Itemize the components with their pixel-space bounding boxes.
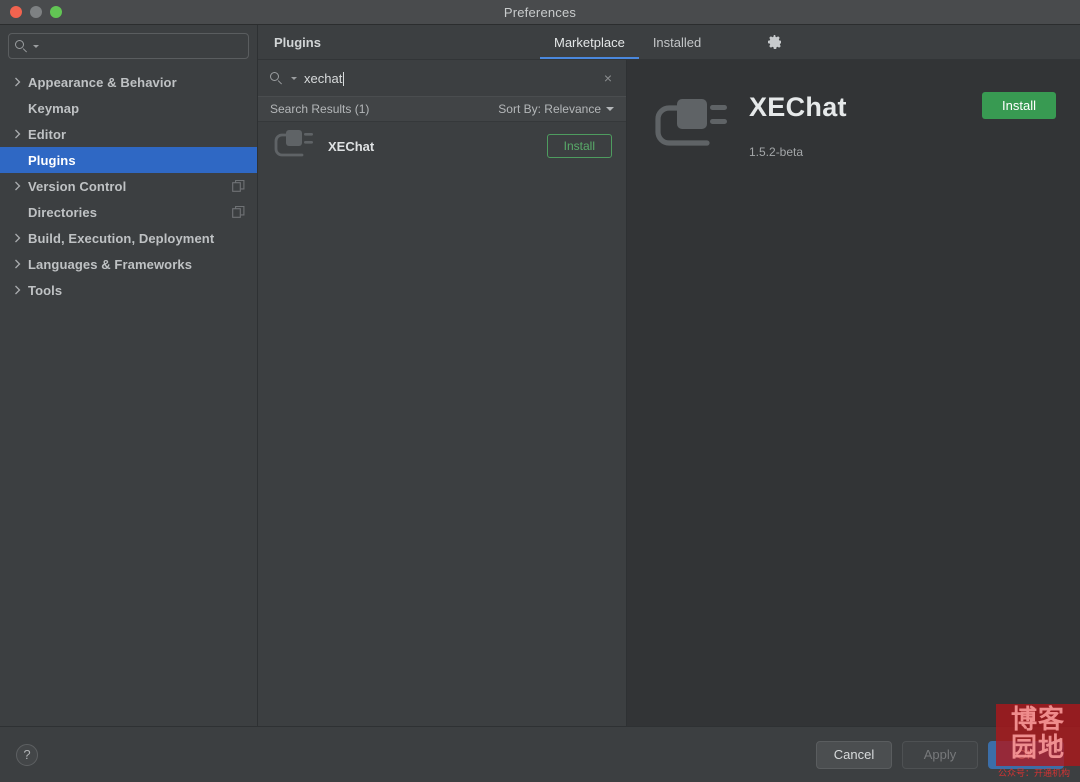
sidebar-item-label: Build, Execution, Deployment <box>28 230 215 246</box>
chevron-right-icon <box>14 181 28 191</box>
sidebar-search-input[interactable] <box>43 39 242 53</box>
list-item[interactable]: XEChat Install <box>258 122 626 170</box>
sort-by-label: Sort By: Relevance <box>498 102 601 116</box>
plugin-detail-panel: XEChat 1.5.2-beta Install <box>627 60 1080 726</box>
settings-tree: Appearance & Behavior Keymap Editor Plug… <box>0 69 257 303</box>
page-title: Plugins <box>274 34 321 50</box>
window-body: Appearance & Behavior Keymap Editor Plug… <box>0 25 1080 726</box>
sidebar-item-label: Editor <box>28 126 67 142</box>
plugin-name: XEChat <box>328 138 375 154</box>
sidebar-item-label: Appearance & Behavior <box>28 74 177 90</box>
minimize-window-button[interactable] <box>30 6 42 18</box>
plugins-panel: Plugins Marketplace Installed xechat × S… <box>258 25 1080 726</box>
chevron-right-icon <box>14 129 28 139</box>
search-icon <box>15 39 28 53</box>
window-controls <box>0 6 62 18</box>
plugin-plug-icon <box>651 86 727 165</box>
plugins-content: xechat × Search Results (1) Sort By: Rel… <box>258 60 1080 726</box>
sidebar-item-label: Version Control <box>28 178 127 194</box>
plugin-search-input[interactable]: xechat <box>304 71 593 86</box>
plugin-version: 1.5.2-beta <box>749 145 804 159</box>
dialog-footer: ? Cancel Apply OK <box>0 726 1080 782</box>
clear-search-icon[interactable]: × <box>600 70 616 86</box>
text-caret <box>343 71 345 86</box>
ok-button[interactable]: OK <box>988 740 1064 769</box>
search-results-bar: Search Results (1) Sort By: Relevance <box>258 97 626 122</box>
maximize-window-button[interactable] <box>50 6 62 18</box>
preferences-window: Preferences Appearance & Behavior Keymap… <box>0 0 1080 782</box>
chevron-down-icon <box>33 44 39 48</box>
plugin-plug-icon <box>272 125 314 168</box>
apply-button[interactable]: Apply <box>902 740 978 769</box>
sidebar-item-label: Languages & Frameworks <box>28 256 193 272</box>
search-icon <box>270 71 283 85</box>
install-button[interactable]: Install <box>546 134 612 158</box>
plugin-title: XEChat <box>749 92 847 122</box>
plugin-search-value: xechat <box>304 70 343 86</box>
plugin-list-column: xechat × Search Results (1) Sort By: Rel… <box>258 60 627 726</box>
help-button[interactable]: ? <box>16 743 38 766</box>
plugin-detail-header: XEChat 1.5.2-beta Install <box>651 86 1056 165</box>
sort-by-dropdown[interactable]: Sort By: Relevance <box>498 102 614 116</box>
sidebar-item-languages-frameworks[interactable]: Languages & Frameworks <box>0 251 257 277</box>
plugin-list-empty-area <box>258 170 626 726</box>
tab-label: Installed <box>652 34 702 50</box>
title-bar: Preferences <box>0 0 1080 25</box>
sidebar-item-tools[interactable]: Tools <box>0 277 257 303</box>
sidebar-item-label: Plugins <box>28 152 76 168</box>
sidebar-search-box[interactable] <box>8 33 249 59</box>
settings-sidebar: Appearance & Behavior Keymap Editor Plug… <box>0 25 258 726</box>
sidebar-item-keymap[interactable]: Keymap <box>0 95 257 121</box>
sidebar-item-build-execution-deployment[interactable]: Build, Execution, Deployment <box>0 225 257 251</box>
window-title: Preferences <box>503 4 577 20</box>
copy-icon <box>232 205 245 219</box>
plugin-detail-meta: XEChat 1.5.2-beta <box>749 86 960 159</box>
close-window-button[interactable] <box>10 6 22 18</box>
plugins-tabs: Marketplace Installed <box>540 25 715 59</box>
sidebar-item-directories[interactable]: Directories <box>0 199 257 225</box>
results-count: Search Results (1) <box>270 102 370 116</box>
sidebar-item-label: Tools <box>28 282 63 298</box>
chevron-down-icon <box>291 76 297 80</box>
sidebar-item-label: Keymap <box>28 100 80 116</box>
chevron-right-icon <box>14 233 28 243</box>
tab-marketplace[interactable]: Marketplace <box>540 25 639 59</box>
gear-icon[interactable] <box>764 31 786 53</box>
chevron-down-icon <box>606 107 614 111</box>
chevron-right-icon <box>14 285 28 295</box>
sidebar-item-plugins[interactable]: Plugins <box>0 147 257 173</box>
sidebar-item-editor[interactable]: Editor <box>0 121 257 147</box>
install-button-primary[interactable]: Install <box>982 92 1056 119</box>
sidebar-item-version-control[interactable]: Version Control <box>0 173 257 199</box>
plugins-header: Plugins Marketplace Installed <box>258 25 1080 60</box>
chevron-right-icon <box>14 77 28 87</box>
copy-icon <box>232 179 245 193</box>
sidebar-item-appearance-behavior[interactable]: Appearance & Behavior <box>0 69 257 95</box>
footer-actions: Cancel Apply OK <box>816 740 1064 769</box>
tab-label: Marketplace <box>554 34 625 50</box>
plugin-search-box[interactable]: xechat × <box>258 60 626 97</box>
cancel-button[interactable]: Cancel <box>816 740 892 769</box>
sidebar-item-label: Directories <box>28 204 98 220</box>
sidebar-search-wrap <box>0 33 257 65</box>
tab-installed[interactable]: Installed <box>639 25 715 59</box>
chevron-right-icon <box>14 259 28 269</box>
